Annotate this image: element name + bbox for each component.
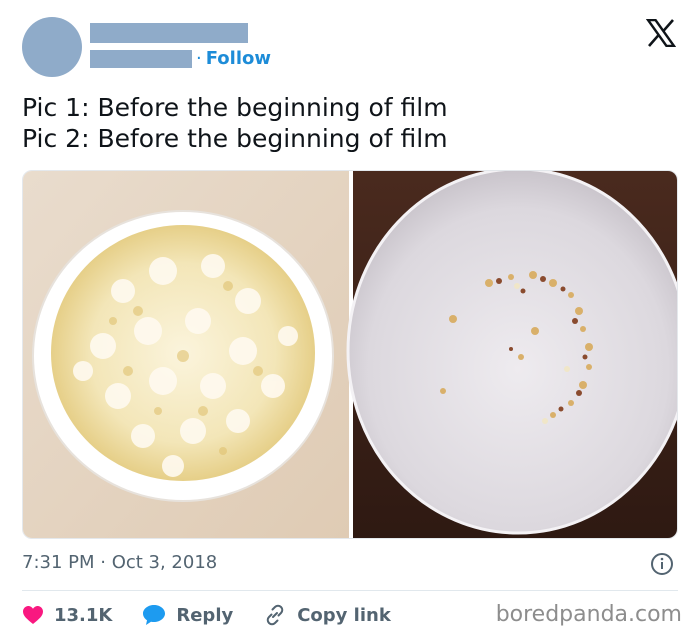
boredpanda-watermark: boredpanda.com	[495, 602, 682, 627]
copy-link-label: Copy link	[297, 604, 391, 626]
reply-label: Reply	[176, 604, 234, 626]
avatar[interactable]	[22, 17, 82, 77]
tweet-line-1: Pic 1: Before the beginning of film	[22, 93, 448, 122]
divider	[22, 590, 678, 591]
speech-bubble-icon	[143, 605, 166, 625]
link-icon	[266, 604, 284, 626]
heart-icon	[23, 606, 43, 624]
popcorn-empty-photo	[346, 171, 677, 538]
redacted-username[interactable]	[90, 50, 192, 68]
redacted-display-name[interactable]	[90, 23, 248, 43]
reply-button[interactable]: Reply	[142, 604, 233, 626]
action-bar: 13.1K Reply Copy link	[22, 600, 421, 630]
x-logo-icon[interactable]	[646, 19, 676, 47]
like-count: 13.1K	[54, 604, 113, 626]
follow-separator: ·	[196, 48, 202, 69]
like-button[interactable]: 13.1K	[22, 605, 112, 626]
info-icon[interactable]	[650, 552, 674, 576]
tweet-media[interactable]	[22, 170, 678, 539]
popcorn-full-photo	[23, 171, 349, 538]
tweet-line-2: Pic 2: Before the beginning of film	[22, 124, 448, 153]
copy-link-button[interactable]: Copy link	[263, 603, 391, 627]
media-photos	[23, 171, 677, 538]
follow-label: Follow	[205, 48, 272, 69]
tweet-timestamp[interactable]: 7:31 PM · Oct 3, 2018	[22, 552, 217, 573]
tweet-text: Pic 1: Before the beginning of film Pic …	[22, 92, 448, 154]
follow-button[interactable]: · Follow	[196, 48, 271, 69]
